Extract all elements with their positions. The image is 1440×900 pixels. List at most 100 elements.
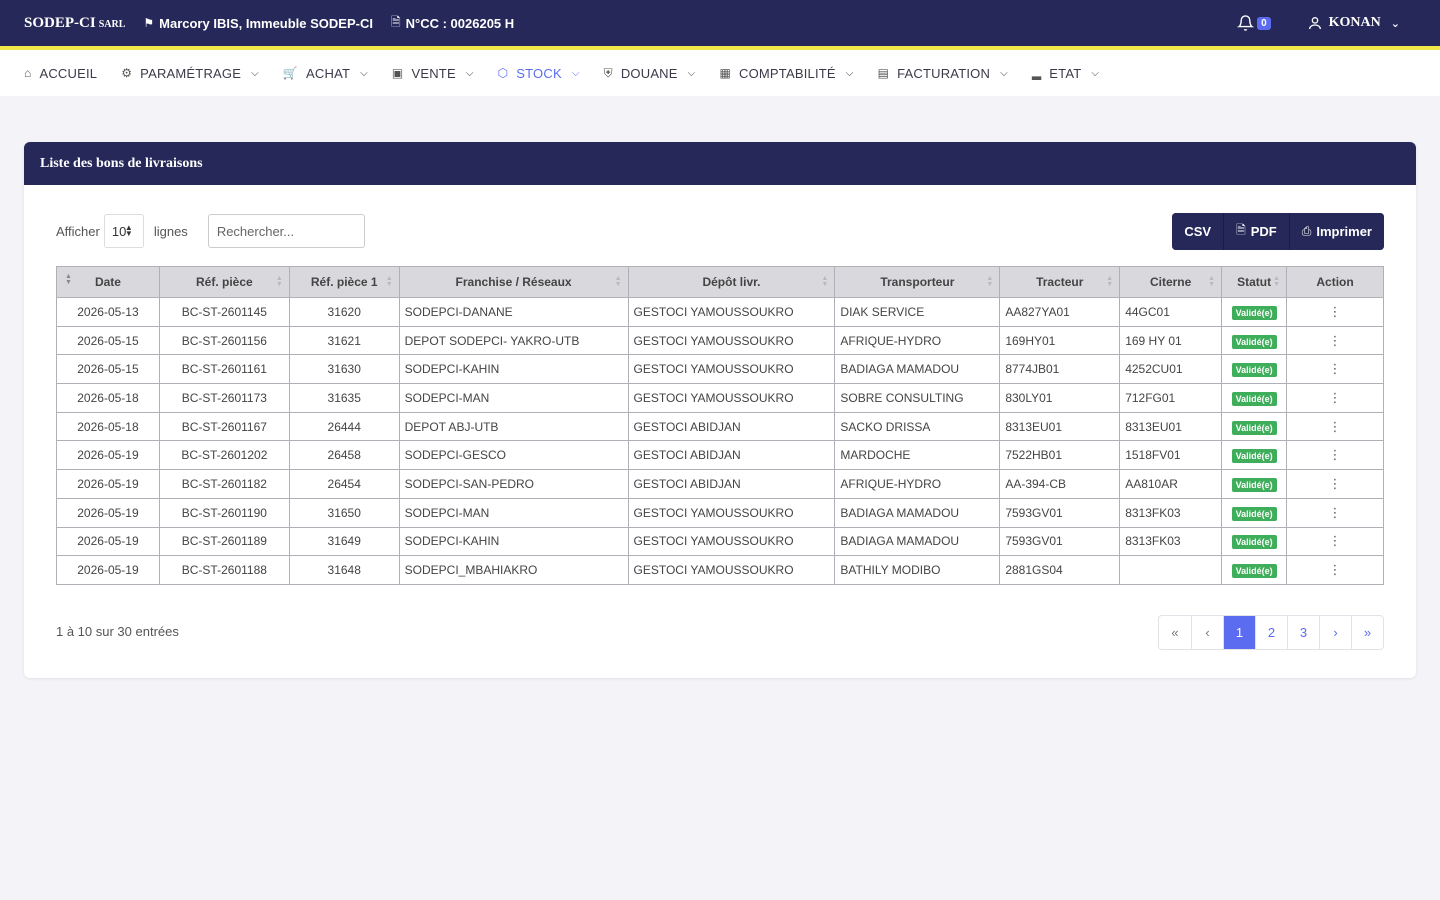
more-options-icon[interactable]: ⋮ (1329, 476, 1342, 491)
home-icon: ⌂ (24, 66, 32, 80)
more-options-icon[interactable]: ⋮ (1329, 333, 1342, 348)
more-options-icon[interactable]: ⋮ (1329, 304, 1342, 319)
more-options-icon[interactable]: ⋮ (1329, 361, 1342, 376)
more-options-icon[interactable]: ⋮ (1329, 419, 1342, 434)
nav-etat[interactable]: ▂ ETAT ⌵ (1032, 66, 1099, 81)
user-menu[interactable]: KONAN ⌄ (1307, 15, 1400, 31)
page-1-button[interactable]: 1 (1223, 616, 1255, 649)
nav-label: DOUANE (620, 65, 678, 81)
col-action: Action (1286, 266, 1384, 298)
cell-tracteur: 169HY01 (999, 325, 1121, 356)
company-ncc: 🗎 N°CC : 0026205 H (391, 13, 514, 34)
pdf-label: PDF (1250, 224, 1277, 239)
next-page-button[interactable]: › (1319, 616, 1351, 649)
cell-statut: Validé(e) (1221, 555, 1288, 585)
cell-depot: GESTOCI YAMOUSSOUKRO (627, 497, 836, 528)
cell-ref1: 31630 (288, 354, 400, 385)
search-input[interactable] (207, 214, 365, 248)
cell-franchise: DEPOT SODEPCI- YAKRO-UTB (398, 325, 629, 356)
cell-transporteur: BADIAGA MAMADOU (834, 526, 1001, 557)
nav-vente[interactable]: ▣ VENTE ⌵ (392, 66, 474, 81)
brand-name: SODEP-CI (24, 14, 96, 31)
sort-icon: ▲ ▼ (385, 275, 393, 288)
chevron-down-icon: ⌵ (251, 67, 259, 79)
nav-accueil[interactable]: ⌂ ACCUEIL (24, 66, 97, 81)
cell-depot: GESTOCI YAMOUSSOUKRO (627, 555, 836, 585)
pagination: « ‹ 1 2 3 › » (1158, 615, 1384, 650)
more-options-icon[interactable]: ⋮ (1329, 562, 1342, 577)
more-options-icon[interactable]: ⋮ (1329, 390, 1342, 405)
page-2-button[interactable]: 2 (1255, 616, 1287, 649)
cell-tracteur: 7593GV01 (999, 497, 1121, 528)
table-row: 2026-05-15 BC-ST-2601156 31621 DEPOT SODEPC… (56, 325, 1384, 356)
nav-douane[interactable]: ⛨ DOUANE ⌵ (604, 66, 696, 81)
cell-statut: Validé(e) (1221, 440, 1288, 471)
cell-statut: Validé(e) (1221, 354, 1288, 385)
sort-icon: ▲ ▼ (1208, 275, 1216, 288)
cell-depot: GESTOCI ABIDJAN (627, 469, 836, 499)
page-size-select[interactable]: 10 ▲ ▼ (103, 214, 144, 248)
page-3-button[interactable]: 3 (1287, 616, 1319, 649)
nav-stock[interactable]: ⬡ STOCK ⌵ (498, 66, 580, 81)
table-row: 2026-05-19 BC-ST-2601189 31649 SODEPCI-KAHI… (56, 526, 1384, 557)
cell-action: ⋮ (1286, 526, 1384, 557)
cell-depot: GESTOCI ABIDJAN (627, 440, 836, 471)
nav-comptabilite[interactable]: ▦ COMPTABILITÉ ⌵ (719, 66, 853, 81)
cell-statut: Validé(e) (1221, 497, 1288, 528)
show-label: Afficher (56, 223, 100, 239)
cell-citerne: 1518FV01 (1119, 440, 1223, 471)
header-label: Action (1316, 275, 1354, 289)
more-options-icon[interactable]: ⋮ (1329, 505, 1342, 520)
nav-label: COMPTABILITÉ (738, 65, 836, 81)
cell-date: 2026-05-19 (56, 497, 160, 528)
more-options-icon[interactable]: ⋮ (1329, 533, 1342, 548)
table-row: 2026-05-19 BC-ST-2601188 31648 SODEPCI_MBAH… (56, 555, 1384, 585)
delivery-notes-table: ▲ ▼ Date Réf. pièce ▲ ▼ Réf. pièce 1 ▲ ▼ Franc… (56, 266, 1384, 585)
col-citerne[interactable]: Citerne ▲ ▼ (1119, 266, 1223, 298)
brand-suffix: SARL (98, 18, 126, 30)
cell-franchise: SODEPCI-MAN (398, 497, 629, 528)
ncc-text: N°CC : 0026205 H (405, 15, 515, 31)
table-controls: Afficher 10 ▲ ▼ lignes (56, 214, 365, 248)
chevron-down-icon: ⌵ (360, 67, 368, 79)
sort-icon: ▲ ▼ (614, 275, 622, 288)
cell-ref1: 26458 (288, 440, 400, 471)
chevron-down-icon: ⌵ (1000, 67, 1008, 79)
prev-page-button[interactable]: ‹ (1191, 616, 1223, 649)
last-page-button[interactable]: » (1351, 616, 1383, 649)
cell-date: 2026-05-18 (56, 411, 160, 442)
nav-achat[interactable]: 🛒 ACHAT ⌵ (283, 66, 368, 81)
cell-action: ⋮ (1286, 497, 1384, 528)
col-ref1[interactable]: Réf. pièce 1 ▲ ▼ (288, 266, 400, 298)
print-button[interactable]: ⎙ Imprimer (1288, 213, 1384, 250)
col-depot[interactable]: Dépôt livr. ▲ ▼ (627, 266, 836, 298)
notification-count-badge: 0 (1257, 16, 1271, 30)
header-label: Date (94, 275, 121, 289)
cell-action: ⋮ (1286, 297, 1384, 327)
cell-transporteur: SOBRE CONSULTING (834, 383, 1001, 413)
csv-button[interactable]: CSV (1172, 213, 1224, 250)
col-franchise[interactable]: Franchise / Réseaux ▲ ▼ (398, 266, 629, 298)
notifications-button[interactable]: 0 (1237, 14, 1271, 32)
col-date[interactable]: ▲ ▼ Date (56, 266, 160, 298)
cart-icon: 🛒 (282, 66, 299, 80)
col-transporteur[interactable]: Transporteur ▲ ▼ (834, 266, 1001, 298)
cell-transporteur: AFRIQUE-HYDRO (834, 469, 1001, 499)
nav-facturation[interactable]: ▤ FACTURATION ⌵ (878, 66, 1008, 81)
main-nav: ⌂ ACCUEIL ⚙ PARAMÉTRAGE ⌵ 🛒 ACHAT ⌵ ▣ VE… (0, 50, 1440, 96)
pdf-button[interactable]: 🗎 PDF (1223, 213, 1289, 250)
header-label: Citerne (1149, 275, 1192, 289)
first-page-button[interactable]: « (1159, 616, 1191, 649)
col-statut[interactable]: Statut ▲ ▼ (1221, 266, 1288, 298)
header-label: Réf. pièce 1 (310, 275, 378, 289)
cell-date: 2026-05-19 (56, 555, 160, 585)
spinner-icon: ▲ ▼ (124, 223, 133, 238)
cell-citerne: 8313EU01 (1119, 411, 1223, 442)
more-options-icon[interactable]: ⋮ (1329, 447, 1342, 462)
cell-depot: GESTOCI ABIDJAN (627, 411, 836, 442)
nav-parametrage[interactable]: ⚙ PARAMÉTRAGE ⌵ (121, 66, 259, 81)
col-ref[interactable]: Réf. pièce ▲ ▼ (158, 266, 290, 298)
cell-transporteur: MARDOCHE (834, 440, 1001, 471)
col-tracteur[interactable]: Tracteur ▲ ▼ (999, 266, 1121, 298)
cell-citerne: 8313FK03 (1119, 526, 1223, 557)
